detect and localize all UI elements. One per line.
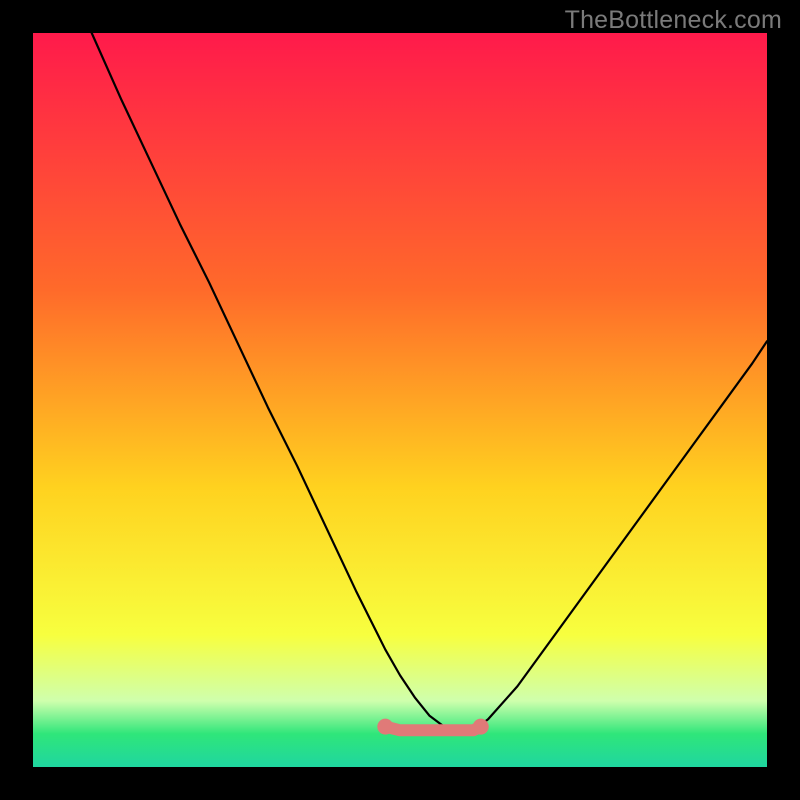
chart-frame: TheBottleneck.com: [0, 0, 800, 800]
gradient-background: [33, 33, 767, 767]
plot-area: [33, 33, 767, 767]
watermark-text: TheBottleneck.com: [565, 6, 782, 35]
